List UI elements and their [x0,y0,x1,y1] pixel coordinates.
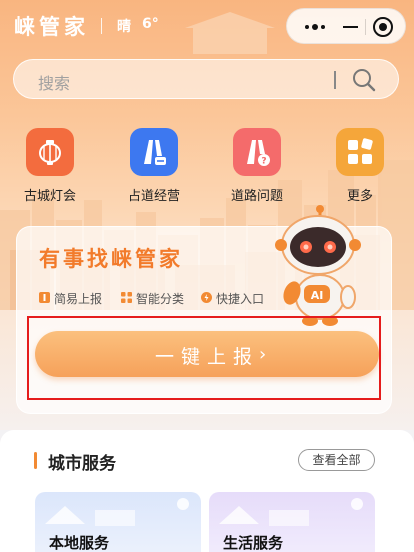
quick-action-more[interactable]: 更多 [315,128,405,208]
top-bar: 崃管家 晴 6° [0,0,414,56]
quick-action-label: 占道经营 [127,189,180,204]
mascot-badge: AI [311,289,324,302]
highlight-box [27,316,381,400]
more-options-icon[interactable] [297,17,337,37]
miniprogram-capsule [286,8,406,44]
header-divider [101,18,102,34]
feature-label: 简易上报 [54,292,103,306]
service-card-local[interactable]: 本地服务 [35,492,201,552]
section-title: 城市服务 [48,454,116,474]
view-all-button[interactable]: 查看全部 [298,449,375,471]
building-decoration-icon [45,498,189,526]
category-icon [121,292,132,303]
grid-more-icon [336,128,384,176]
lantern-icon [26,128,74,176]
quick-action-road-issues[interactable]: ? 道路问题 [212,128,302,208]
close-miniprogram-icon[interactable] [373,17,393,37]
quick-action-lantern-festival[interactable]: 古城灯会 [5,128,95,208]
service-card-life[interactable]: 生活服务 [209,492,375,552]
search-input[interactable]: 搜索 [38,70,70,94]
search-divider [334,71,336,89]
robot-mascot-illustration: AI [275,205,361,326]
quick-action-road-occupation[interactable]: 占道经营 [109,128,199,208]
city-services-section: 城市服务 查看全部 本地服务 生活服务 [0,430,414,552]
feature-label: 快捷入口 [216,292,265,306]
report-card-title: 有事找崃管家 [39,247,183,271]
weather-condition: 晴 [117,19,131,35]
app-title: 崃管家 [14,15,89,39]
svg-text:?: ? [261,157,266,167]
service-card-label: 本地服务 [49,534,110,552]
feature-label: 智能分类 [136,292,185,306]
report-icon [39,292,50,303]
quick-action-label: 道路问题 [230,189,283,204]
building-decoration-icon [219,498,363,526]
weather-temperature: 6° [142,16,159,32]
quick-action-label: 古城灯会 [23,189,76,204]
section-accent-bar [34,452,37,469]
minimize-icon[interactable] [341,17,361,37]
road-stall-icon [130,128,178,176]
entrance-icon [201,292,212,303]
service-card-label: 生活服务 [223,534,284,552]
road-question-icon: ? [233,128,281,176]
quick-action-label: 更多 [346,189,373,204]
search-icon[interactable] [352,68,376,92]
capsule-divider [365,19,366,35]
search-bar[interactable]: 搜索 [13,59,399,99]
